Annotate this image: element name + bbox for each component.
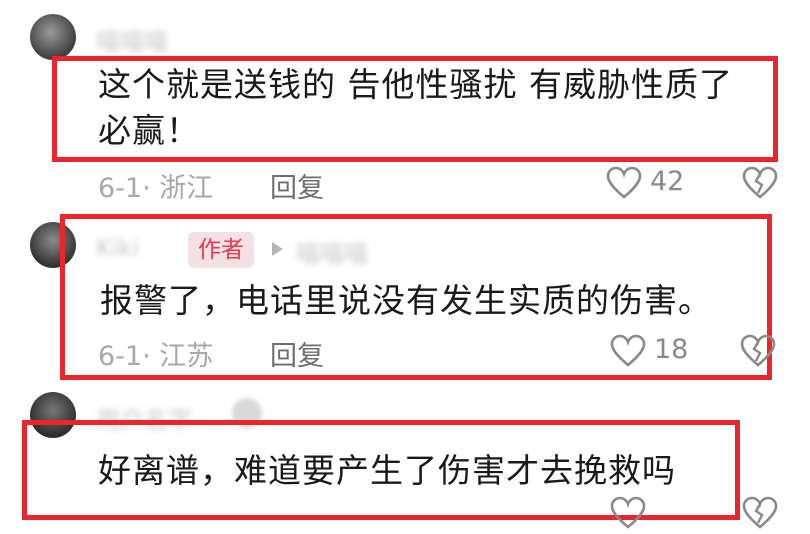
broken-heart-icon[interactable] <box>740 334 776 368</box>
comment-meta: 6-1· 江苏 <box>98 341 214 372</box>
heart-outline-icon[interactable] <box>610 334 646 368</box>
author-badge: 作者 <box>188 232 254 268</box>
triangle-right-icon <box>270 241 284 257</box>
like-count: 18 <box>654 334 689 365</box>
comment-username[interactable]: 喵喵喵 <box>96 22 168 57</box>
reply-button[interactable]: 回复 <box>270 166 324 205</box>
heart-outline-icon[interactable] <box>606 166 642 200</box>
broken-heart-icon[interactable] <box>742 166 778 200</box>
reply-to-username[interactable]: 喵喵喵 <box>296 234 368 269</box>
broken-heart-icon[interactable] <box>742 496 778 530</box>
like-count: 42 <box>650 166 685 197</box>
comment-meta: 6-1· 浙江 <box>98 173 214 204</box>
comment-username[interactable]: Kiki <box>96 234 139 262</box>
comment-text-line1: 报警了，电话里说没有发生实质的伤害。 <box>100 281 712 320</box>
comment-text-line1: 这个就是送钱的 告他性骚扰 有威胁性质了 <box>98 65 733 104</box>
heart-outline-icon[interactable] <box>610 496 646 530</box>
comment-text-line2: 必赢！ <box>98 111 200 150</box>
comment-text-line1: 好离谱，难道要产生了伤害才去挽救吗 <box>98 451 676 490</box>
reply-button[interactable]: 回复 <box>270 334 324 373</box>
avatar[interactable] <box>30 14 76 60</box>
